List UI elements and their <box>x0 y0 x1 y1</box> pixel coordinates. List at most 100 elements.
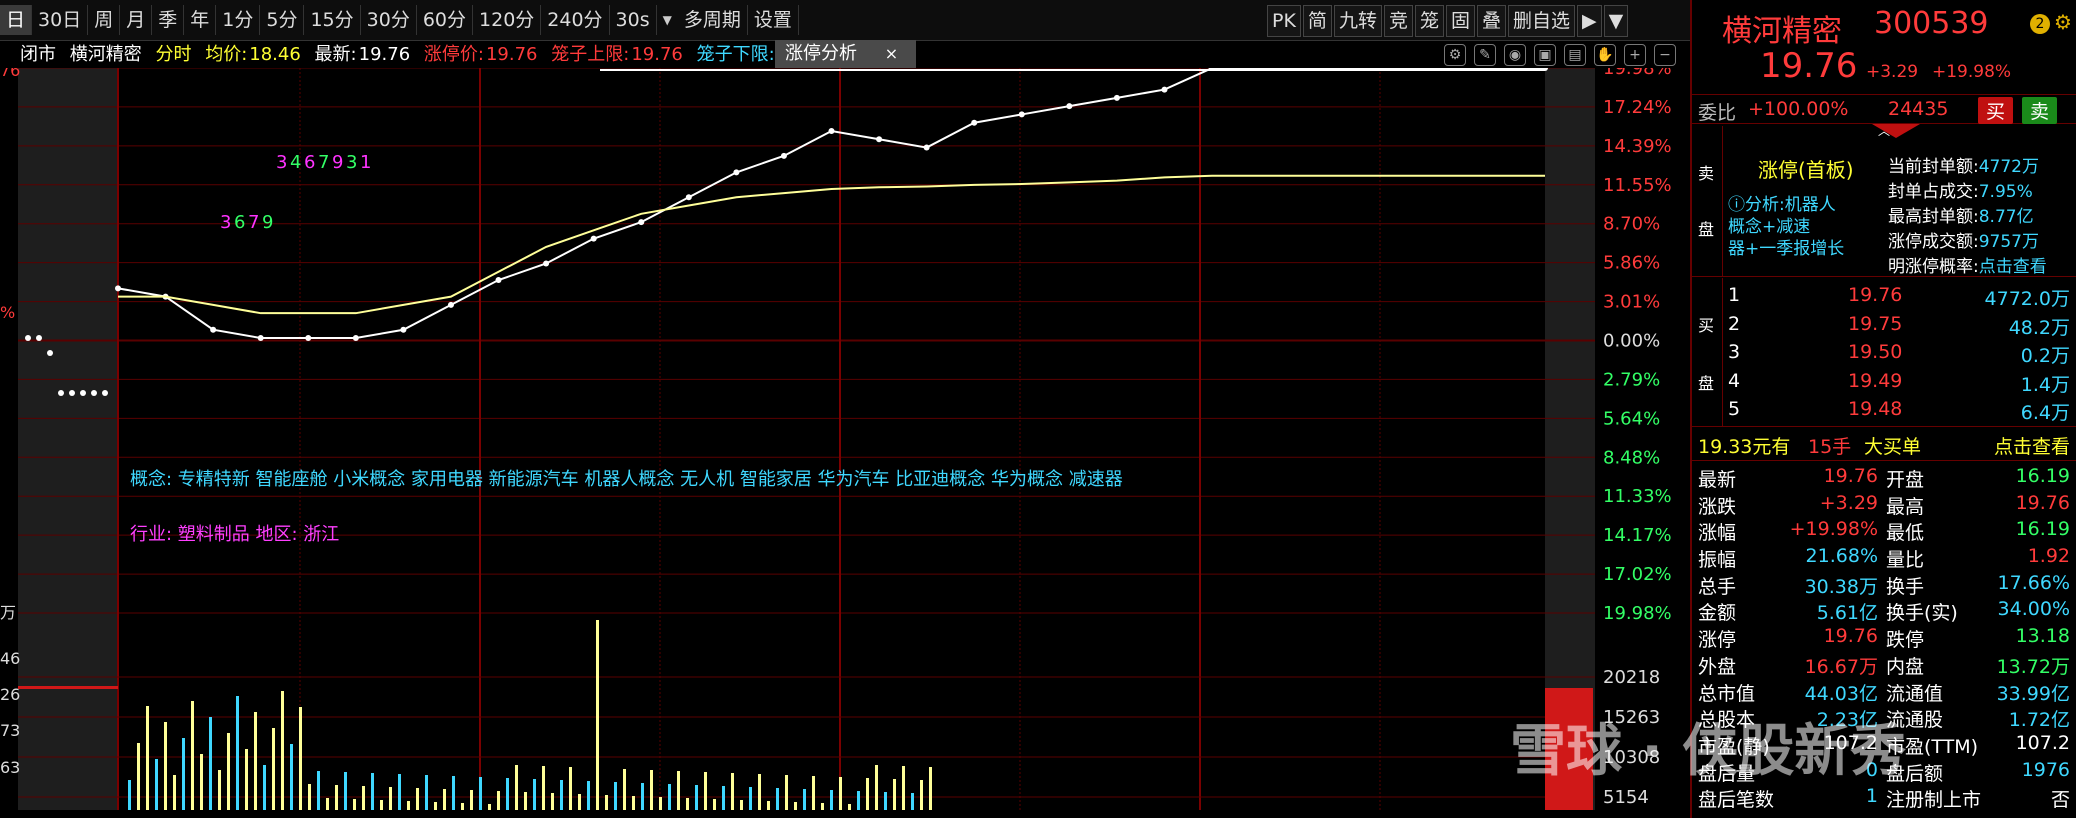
eye-icon[interactable]: ◉ <box>1504 44 1526 66</box>
bid-row[interactable]: 2 19.75 48.2万 <box>1722 313 2076 342</box>
limit-stat-value: 4772万 <box>1978 157 2039 177</box>
period-1[interactable]: 30日 <box>32 5 89 35</box>
settings-icon[interactable]: ⚙ <box>1444 44 1466 66</box>
limit-stat-row: 当前封单额:4772万 <box>1888 152 2076 177</box>
tool-button-7[interactable]: 删自选 <box>1508 5 1576 37</box>
bid-row[interactable]: 1 19.76 4772.0万 <box>1722 284 2076 313</box>
volume-bar <box>173 775 176 810</box>
zoom-in-icon[interactable]: + <box>1624 44 1646 66</box>
period-0[interactable]: 日 <box>0 5 33 35</box>
stat-row: 涨幅 +19.98% 最低 16.19 <box>1692 518 2076 545</box>
tool-button-0[interactable]: PK <box>1267 5 1301 37</box>
period-4[interactable]: 季 <box>152 5 185 35</box>
period-13[interactable]: 30s <box>610 5 657 35</box>
price-axis-label: 14.39% <box>1603 136 1672 157</box>
stat-label-2: 开盘 <box>1886 469 1925 491</box>
bid-price: 19.49 <box>1848 369 1903 392</box>
series-point <box>780 152 787 159</box>
bid-row[interactable]: 5 19.48 6.4万 <box>1722 398 2076 427</box>
bid-row[interactable]: 3 19.50 0.2万 <box>1722 341 2076 370</box>
limit-stats: 当前封单额:4772万 封单占成交:7.95% 最高封单额:8.77亿 涨停成交额:9… <box>1888 152 2076 277</box>
series-point <box>305 335 312 342</box>
price-axis-label: 11.33% <box>1603 486 1672 507</box>
bid-row[interactable]: 4 19.49 1.4万 <box>1722 370 2076 399</box>
bid-level: 5 <box>1728 398 1741 420</box>
buy-button[interactable]: 买 <box>1978 97 2014 124</box>
signal-marker: 6 <box>304 152 315 173</box>
big-order-link[interactable]: 点击查看 <box>1994 432 2070 459</box>
tab-close-icon[interactable]: × <box>885 44 898 63</box>
period-12[interactable]: 240分 <box>541 5 610 35</box>
limit-stat-row: 封单占成交:7.95% <box>1888 177 2076 202</box>
tool-button-1[interactable]: 简 <box>1302 5 1332 37</box>
latest-label: 最新: <box>314 44 357 65</box>
bid-level: 1 <box>1728 284 1741 306</box>
quote-price: 19.76 <box>1760 46 1858 86</box>
arrow-right-icon[interactable]: ▶ <box>1577 5 1602 37</box>
period-14[interactable]: 多周期 <box>678 5 748 35</box>
volume-bar <box>398 774 401 810</box>
tool-button-3[interactable]: 竞 <box>1383 5 1413 37</box>
stat-row: 涨跌 +3.29 最高 19.76 <box>1692 492 2076 519</box>
period-11[interactable]: 120分 <box>473 5 542 35</box>
tool-button-6[interactable]: 叠 <box>1477 5 1507 37</box>
sell-button[interactable]: 卖 <box>2022 97 2058 124</box>
left-axis-fragment: 万 <box>0 603 16 622</box>
price-axis-label: 17.24% <box>1603 97 1672 118</box>
period-15[interactable]: 设置 <box>748 5 799 35</box>
period-10[interactable]: 60分 <box>417 5 474 35</box>
period-2[interactable]: 周 <box>88 5 121 35</box>
volume-bar <box>875 765 878 810</box>
dropdown-icon[interactable]: ▼ <box>1603 5 1629 37</box>
series-point <box>257 335 264 342</box>
tool-button-4[interactable]: 笼 <box>1414 5 1444 37</box>
volume-bar <box>515 765 518 810</box>
price-axis-label: 14.17% <box>1603 525 1672 546</box>
gear-icon[interactable]: ⚙ <box>2054 10 2072 34</box>
volume-bar <box>407 801 410 810</box>
concept-tags[interactable]: 概念: 专精特新 智能座舱 小米概念 家用电器 新能源汽车 机器人概念 无人机 … <box>130 465 1123 491</box>
stat-label-2: 内盘 <box>1886 655 1925 678</box>
industry-region[interactable]: 行业: 塑料制品 地区: 浙江 <box>130 520 339 546</box>
series-point <box>543 260 550 267</box>
avg-value: 18.46 <box>249 44 301 65</box>
period-6[interactable]: 1分 <box>216 5 261 35</box>
hand-icon[interactable]: ✋ <box>1594 44 1616 66</box>
volume-bar <box>758 774 761 810</box>
series-point <box>733 169 740 176</box>
limit-stat-row[interactable]: 明涨停概率:点击查看 <box>1888 252 2076 277</box>
volume-bar <box>578 794 581 810</box>
volume-bar <box>596 620 599 810</box>
tab-limit-analysis[interactable]: 涨停分析 × <box>775 40 917 68</box>
tool-button-2[interactable]: 九转 <box>1333 5 1382 37</box>
dropdown-icon[interactable]: ▼ <box>663 13 672 27</box>
period-9[interactable]: 30分 <box>361 5 417 35</box>
period-8[interactable]: 15分 <box>304 5 361 35</box>
buy-side-label-1: 买 <box>1698 316 1715 335</box>
volume-bar <box>605 795 608 810</box>
volume-bar <box>650 770 653 810</box>
period-3[interactable]: 月 <box>120 5 153 35</box>
price-axis-label: 19.98% <box>1603 603 1672 624</box>
bid-book: 买 盘 1 19.76 4772.0万 2 19.75 48.2万 3 19.50 0.2万 4 1… <box>1692 278 2076 427</box>
draw-pen-icon[interactable]: ✎ <box>1474 44 1496 66</box>
series-point <box>352 335 359 342</box>
intraday-chart[interactable]: 19.98% 17.24% 14.39% 11.55% 8.70% 5.86% 3.01% 0… <box>0 68 1690 818</box>
lock-icon[interactable]: ▣ <box>1534 44 1556 66</box>
premarket-point <box>47 350 53 356</box>
bid-volume: 6.4万 <box>2020 402 2070 424</box>
period-5[interactable]: 年 <box>184 5 217 35</box>
series-point <box>1018 111 1025 118</box>
left-axis-fragment: 63 <box>0 758 20 777</box>
bid-volume: 4772.0万 <box>1984 288 2070 310</box>
trash-icon[interactable]: ▤ <box>1564 44 1586 66</box>
price-axis-label: 8.48% <box>1603 447 1660 468</box>
zoom-out-icon[interactable]: − <box>1654 44 1676 66</box>
tool-button-5[interactable]: 固 <box>1445 5 1475 37</box>
limit-analysis-text[interactable]: ⓘ分析:机器人 概念+减速 器+一季报增长 <box>1728 194 1868 260</box>
stat-value-1: 19.76 <box>1823 465 1878 487</box>
volume-bar <box>470 790 473 810</box>
period-7[interactable]: 5分 <box>260 5 305 35</box>
chart-header: 闭市 横河精密 分时 均价: 18.46 最新: 19.76 涨停价: 19.76 笼… <box>0 40 1690 70</box>
mode-label[interactable]: 分时 <box>155 44 191 65</box>
